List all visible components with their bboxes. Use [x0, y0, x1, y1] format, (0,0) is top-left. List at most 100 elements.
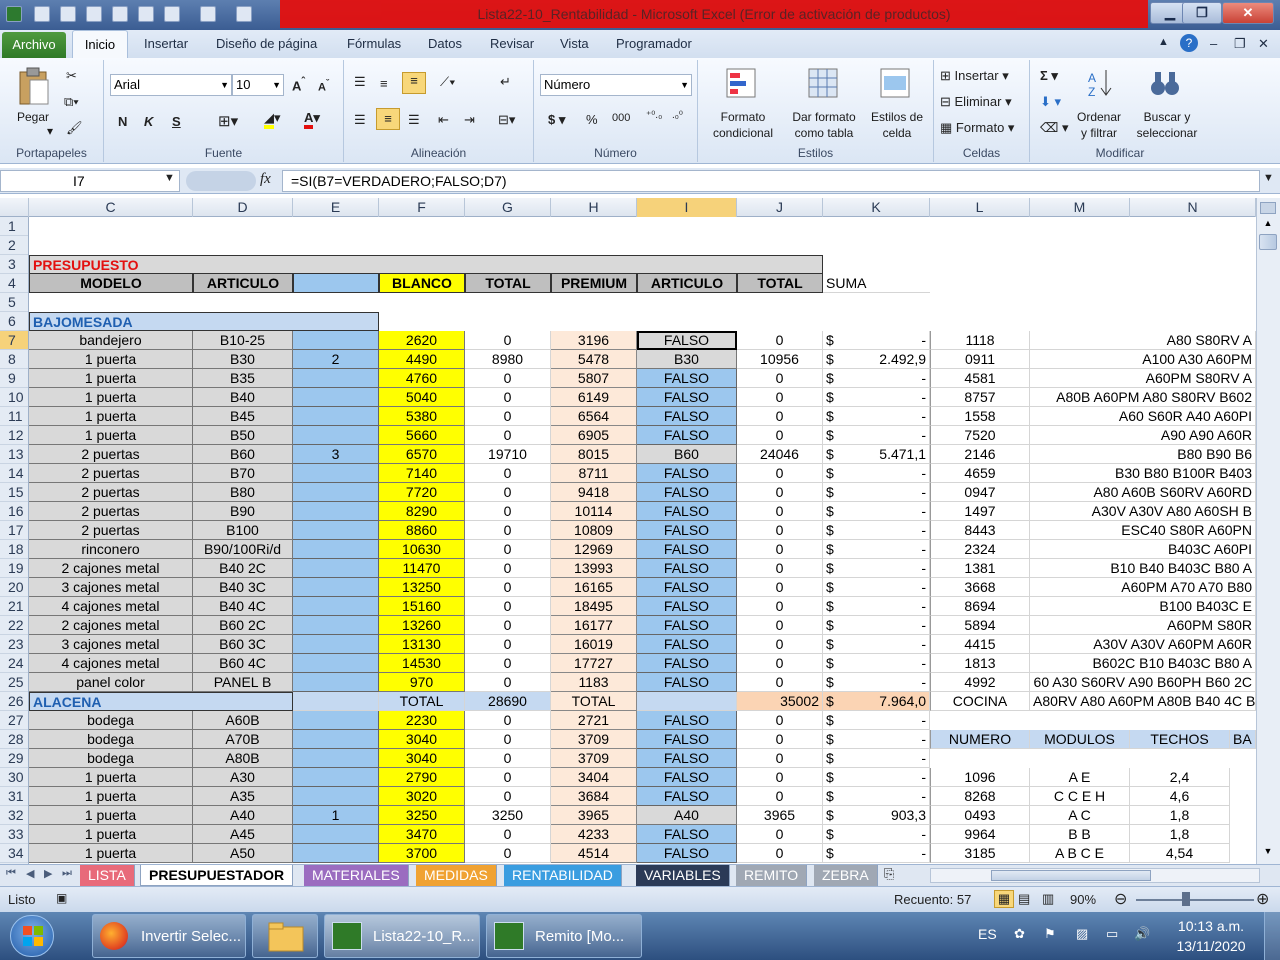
combinacion-cell[interactable]: A60PM S80R [1030, 616, 1256, 635]
section-alacena[interactable]: ALACENA [29, 692, 293, 711]
scroll-thumb[interactable] [1259, 234, 1277, 250]
articulo-cell[interactable]: B45 [193, 407, 293, 426]
doc-restore-icon[interactable]: ❐ [1234, 36, 1246, 52]
articulo-cell[interactable]: A35 [193, 787, 293, 806]
modelo-cell[interactable]: 2 cajones metal [29, 616, 193, 635]
rentabilidad-cell[interactable]: - [853, 578, 930, 597]
numero-cell[interactable]: 1118 [930, 331, 1030, 350]
articulo-cell[interactable]: B60 2C [193, 616, 293, 635]
total-premium-cell[interactable]: 0 [737, 578, 823, 597]
articulo-cell[interactable]: B80 [193, 483, 293, 502]
sort-filter-icon[interactable]: AZ [1086, 68, 1116, 98]
modelo-cell[interactable]: 1 puerta [29, 350, 193, 369]
row-header[interactable]: 15 [0, 483, 28, 502]
row-header[interactable]: 20 [0, 578, 28, 597]
articulo-premium-cell[interactable]: FALSO [637, 635, 737, 654]
total-blanco-cell[interactable]: 0 [465, 654, 551, 673]
cantidad-cell[interactable] [293, 388, 379, 407]
cantidad-cell[interactable] [293, 616, 379, 635]
articulo-premium-cell[interactable]: A40 [637, 806, 737, 825]
articulo-cell[interactable]: A60B [193, 711, 293, 730]
tab-insertar[interactable]: Insertar [144, 36, 188, 51]
normal-view-icon[interactable]: ▦ [994, 890, 1014, 908]
premium-cell[interactable]: 8711 [551, 464, 637, 483]
row-header[interactable]: 1 [0, 217, 28, 236]
currency-cell[interactable]: $ [823, 331, 853, 350]
total-blanco-cell[interactable]: 0 [465, 331, 551, 350]
page-layout-icon[interactable]: ▤ [1018, 891, 1030, 907]
numero-cell[interactable]: 1813 [930, 654, 1030, 673]
currency-cell[interactable]: $ [823, 597, 853, 616]
blanco-cell[interactable]: 3700 [379, 844, 465, 863]
column-header-d[interactable]: D [193, 198, 293, 217]
modelo-cell[interactable]: 1 puerta [29, 369, 193, 388]
rentabilidad-cell[interactable]: - [853, 749, 930, 768]
rentabilidad-cell[interactable]: - [853, 673, 930, 692]
modulos-cell[interactable]: A E [1030, 768, 1130, 787]
row-header[interactable]: 2 [0, 236, 28, 255]
blanco-cell[interactable]: 3040 [379, 749, 465, 768]
total-label[interactable]: TOTAL [379, 692, 465, 711]
combinacion-cell[interactable]: A80B A60PM A80 S80RV B602 [1030, 388, 1256, 407]
blanco-cell[interactable]: 2230 [379, 711, 465, 730]
combinacion-cell[interactable]: ESC40 S80R A60PN [1030, 521, 1256, 540]
number-format-combo[interactable]: Número ▼ [540, 74, 692, 96]
cantidad-cell[interactable] [293, 825, 379, 844]
row-header[interactable]: 14 [0, 464, 28, 483]
expand-formula-icon[interactable]: ▼ [1263, 172, 1274, 184]
percent-button[interactable]: % [586, 112, 598, 127]
rentabilidad-cell[interactable]: - [853, 540, 930, 559]
cantidad-cell[interactable] [293, 654, 379, 673]
column-header-c[interactable]: C [29, 198, 193, 217]
total-premium-cell[interactable]: 0 [737, 407, 823, 426]
align-right-icon[interactable]: ☰ [408, 112, 420, 128]
language-indicator[interactable]: ES [978, 926, 997, 942]
restore-button[interactable]: ❐ [1182, 2, 1222, 24]
rentabilidad-cell[interactable]: - [853, 616, 930, 635]
increase-decimal-icon[interactable]: ⁺⁰.₀ [646, 110, 662, 121]
total-blanco-cell[interactable]: 0 [465, 559, 551, 578]
articulo-premium-cell[interactable]: FALSO [637, 540, 737, 559]
section-bajomesada[interactable]: BAJOMESADA [29, 312, 379, 331]
blanco-cell[interactable]: 13260 [379, 616, 465, 635]
cantidad-cell[interactable] [293, 844, 379, 863]
row-header[interactable]: 28 [0, 730, 28, 749]
cantidad-cell[interactable] [293, 483, 379, 502]
total-premium-cell[interactable]: 0 [737, 331, 823, 350]
total-blanco-cell[interactable]: 0 [465, 635, 551, 654]
conditional-format-label-1[interactable]: Formato [700, 110, 786, 124]
wrap-text-icon[interactable]: ↵ [500, 74, 511, 90]
row-header[interactable]: 3 [0, 255, 28, 274]
articulo-premium-cell[interactable]: FALSO [637, 407, 737, 426]
tab-revisar[interactable]: Revisar [490, 36, 534, 51]
premium-cell[interactable]: 5807 [551, 369, 637, 388]
articulo-premium-cell[interactable]: FALSO [637, 768, 737, 787]
insert-sheet-icon[interactable]: ⎘ [884, 866, 894, 882]
row-header[interactable]: 5 [0, 293, 28, 312]
align-top-icon[interactable]: ☰ [354, 74, 366, 90]
blanco-cell[interactable]: 8290 [379, 502, 465, 521]
rentabilidad-cell[interactable]: 903,3 [853, 806, 930, 825]
premium-cell[interactable]: 6149 [551, 388, 637, 407]
format-painter-icon[interactable]: 🖌 [66, 120, 83, 136]
cantidad-cell[interactable] [293, 540, 379, 559]
sort-filter-label-1[interactable]: Ordenar [1066, 110, 1132, 124]
spell-check-icon[interactable] [138, 6, 154, 22]
numero-cell[interactable]: 0911 [930, 350, 1030, 369]
clock-date[interactable]: 13/11/2020 [1168, 938, 1254, 954]
premium-cell[interactable]: 17727 [551, 654, 637, 673]
cell[interactable] [637, 692, 737, 711]
blanco-cell[interactable]: 2790 [379, 768, 465, 787]
premium-cell[interactable]: 16177 [551, 616, 637, 635]
column-header-j[interactable]: J [737, 198, 823, 217]
total-blanco-cell[interactable]: 0 [465, 711, 551, 730]
paste-icon[interactable] [18, 66, 50, 106]
first-sheet-icon[interactable]: ⏮ [6, 867, 16, 880]
total-premium-cell[interactable]: 0 [737, 844, 823, 863]
articulo-cell[interactable]: A45 [193, 825, 293, 844]
format-as-table-label-2[interactable]: como tabla [784, 126, 864, 140]
currency-cell[interactable]: $ [823, 388, 853, 407]
sheet-tab-lista[interactable]: LISTA [80, 865, 135, 886]
combinacion-cell[interactable]: A30V A30V A80 A60SH B [1030, 502, 1256, 521]
articulo-premium-cell[interactable]: FALSO [637, 616, 737, 635]
